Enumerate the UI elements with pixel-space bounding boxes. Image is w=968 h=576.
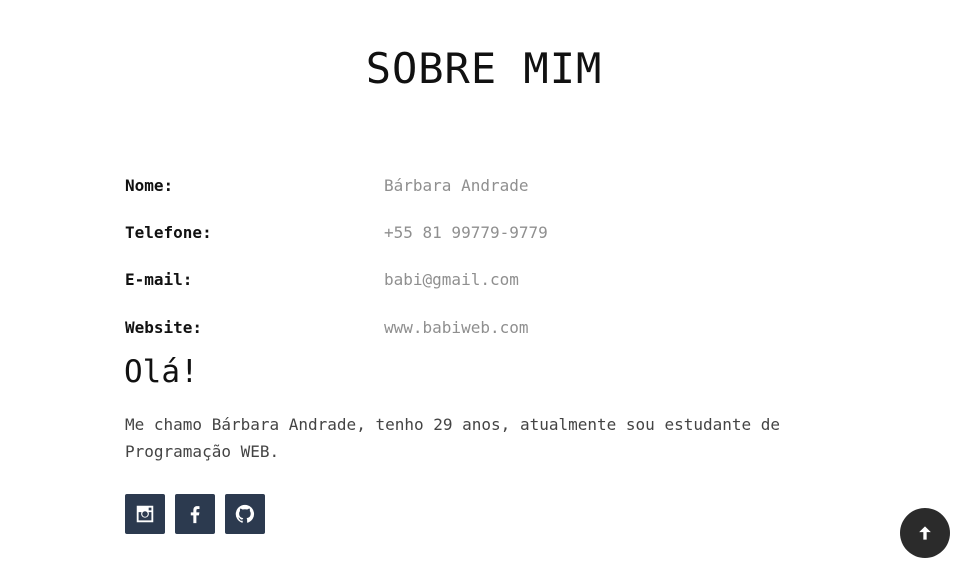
info-value: Bárbara Andrade [384, 176, 529, 195]
info-row-name: Nome: Bárbara Andrade [125, 176, 825, 200]
info-label: Telefone: [125, 223, 212, 242]
instagram-icon [136, 505, 154, 523]
info-row-email: E-mail: babi@gmail.com [125, 270, 825, 294]
greeting-heading: Olá! [124, 354, 199, 390]
info-row-website: Website: www.babiweb.com [125, 318, 825, 342]
social-links [125, 494, 265, 534]
facebook-icon [190, 506, 200, 524]
info-label: Website: [125, 318, 203, 337]
info-value: babi@gmail.com [384, 270, 519, 289]
info-value: +55 81 99779-9779 [384, 223, 548, 242]
info-row-phone: Telefone: +55 81 99779-9779 [125, 223, 825, 247]
github-icon [235, 504, 255, 523]
instagram-link[interactable] [125, 494, 165, 534]
page-title: SOBRE MIM [365, 44, 603, 93]
back-to-top-button[interactable] [900, 508, 950, 558]
arrow-up-icon [919, 526, 931, 540]
bio-text: Me chamo Bárbara Andrade, tenho 29 anos,… [125, 415, 781, 461]
info-label: Nome: [125, 176, 174, 195]
info-label: E-mail: [125, 270, 193, 289]
facebook-link[interactable] [175, 494, 215, 534]
github-link[interactable] [225, 494, 265, 534]
info-value: www.babiweb.com [384, 318, 529, 337]
